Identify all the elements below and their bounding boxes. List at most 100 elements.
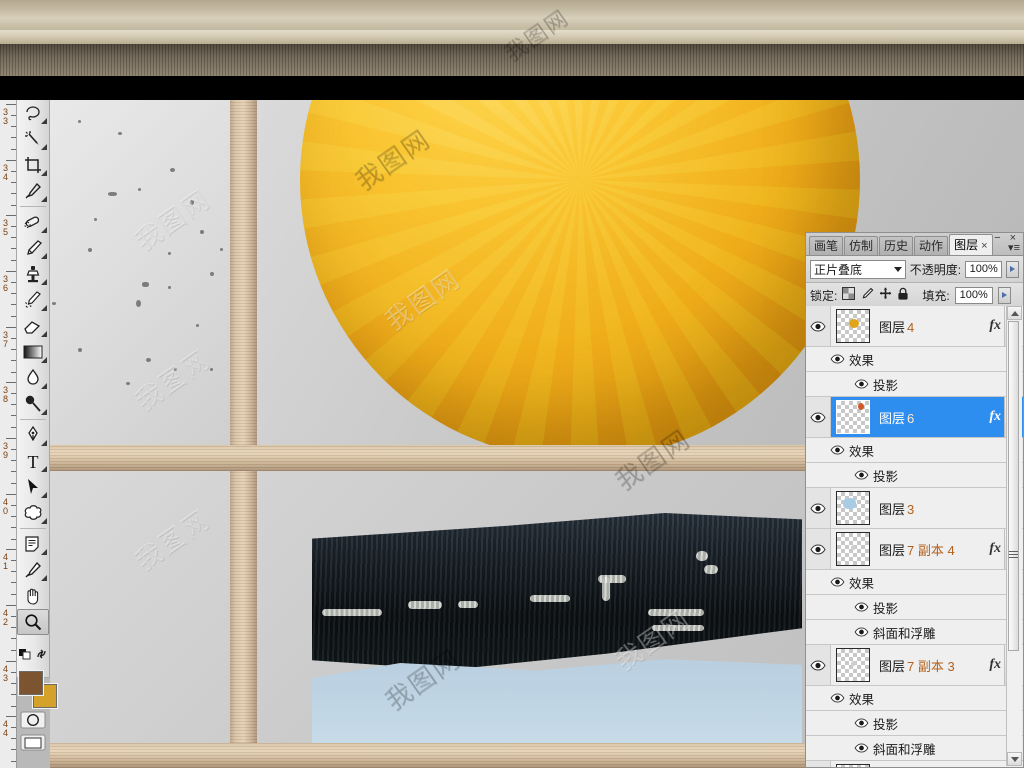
layer-fx-icon[interactable]: fx xyxy=(989,318,1001,334)
layer-effects-group[interactable]: 效果 xyxy=(806,570,1023,595)
layer-effect-item[interactable]: 投影 xyxy=(806,372,1023,397)
layer-effect-item[interactable]: 投影 xyxy=(806,595,1023,620)
effect-visibility-toggle[interactable] xyxy=(854,743,869,753)
tab-clone-source[interactable]: 仿制 xyxy=(844,236,879,255)
lasso-tool[interactable] xyxy=(17,100,49,126)
effect-label-drop-shadow: 投影 xyxy=(873,469,899,484)
tools-palette[interactable]: T xyxy=(16,100,57,751)
layer-thumbnail[interactable] xyxy=(836,764,870,767)
layer-visibility-toggle[interactable] xyxy=(806,488,831,528)
layers-list[interactable]: 图层 4 fx 效果 投影 图层 6 fx 效果 投影 图层 3 图层 7 副本… xyxy=(806,306,1023,767)
ruler-tick-major xyxy=(6,716,16,717)
table-row[interactable]: 图层 7 副本 4 fx xyxy=(806,529,1023,570)
table-row[interactable]: 图层 3 xyxy=(806,488,1023,529)
layer-visibility-toggle[interactable] xyxy=(806,397,831,437)
lock-image-pixels-icon[interactable] xyxy=(860,287,874,304)
custom-shape-tool[interactable] xyxy=(17,500,49,526)
blend-mode-row[interactable]: 正片叠底 不透明度: 100% xyxy=(806,256,1023,283)
scrollbar-thumb[interactable] xyxy=(1008,321,1019,651)
lock-row[interactable]: 锁定: 填充: 100% xyxy=(806,283,1023,308)
fill-slider-button[interactable] xyxy=(997,286,1011,304)
fill-input[interactable]: 100% xyxy=(954,286,993,304)
effects-visibility-toggle[interactable] xyxy=(830,445,845,455)
layers-scrollbar[interactable] xyxy=(1006,306,1022,766)
layer-visibility-toggle[interactable] xyxy=(806,645,831,685)
layer-thumbnail[interactable] xyxy=(836,648,870,682)
history-brush-tool[interactable] xyxy=(17,287,49,313)
lock-label: 锁定: xyxy=(810,288,838,303)
ruler-tick-major xyxy=(6,104,16,105)
tab-layers[interactable]: 图层 × xyxy=(949,234,993,255)
effect-visibility-toggle[interactable] xyxy=(854,602,869,612)
layer-effect-item[interactable]: 斜面和浮雕 xyxy=(806,736,1023,761)
path-selection-tool[interactable] xyxy=(17,474,49,500)
effect-visibility-toggle[interactable] xyxy=(854,718,869,728)
svg-text:T: T xyxy=(28,452,39,471)
layer-effects-group[interactable]: 效果 xyxy=(806,438,1023,463)
opacity-slider-button[interactable] xyxy=(1006,260,1019,278)
gradient-tool[interactable] xyxy=(17,339,49,365)
layer-thumbnail[interactable] xyxy=(836,491,870,525)
layer-visibility-toggle[interactable] xyxy=(806,529,831,569)
blend-mode-select[interactable]: 正片叠底 xyxy=(810,259,906,279)
scroll-down-arrow[interactable] xyxy=(1007,752,1022,766)
healing-brush-tool[interactable] xyxy=(17,209,49,235)
layer-fx-icon[interactable]: fx xyxy=(989,657,1001,673)
effect-visibility-toggle[interactable] xyxy=(854,470,869,480)
panel-menu-icon[interactable]: ▾≡ xyxy=(1008,243,1020,254)
type-tool[interactable]: T xyxy=(17,448,49,474)
close-icon[interactable]: × xyxy=(981,240,987,252)
effects-visibility-toggle[interactable] xyxy=(830,693,845,703)
magic-wand-tool[interactable] xyxy=(17,126,49,152)
layer-visibility-toggle[interactable] xyxy=(806,306,831,346)
zoom-tool[interactable] xyxy=(17,609,49,635)
layer-fx-icon[interactable]: fx xyxy=(989,409,1001,425)
ruler-tick-major xyxy=(6,271,16,272)
lock-position-icon[interactable] xyxy=(879,287,892,303)
table-row[interactable]: 图层 6 fx xyxy=(806,397,1023,438)
layer-effect-item[interactable]: 投影 xyxy=(806,711,1023,736)
quick-mask-mode-button[interactable] xyxy=(17,709,49,731)
layer-effect-item[interactable]: 投影 xyxy=(806,463,1023,488)
pen-tool[interactable] xyxy=(17,422,49,448)
layer-visibility-toggle[interactable] xyxy=(806,761,831,767)
opacity-input[interactable]: 100% xyxy=(965,260,1003,278)
layer-effects-group[interactable]: 效果 xyxy=(806,686,1023,711)
brush-tool[interactable] xyxy=(17,235,49,261)
hand-tool[interactable] xyxy=(17,583,49,609)
panel-tab-bar[interactable]: 画笔 仿制 历史 动作 图层 × − × ▾≡ xyxy=(806,232,1023,256)
effects-visibility-toggle[interactable] xyxy=(830,354,845,364)
color-sampler-tool[interactable] xyxy=(17,557,49,583)
lock-transparent-pixels-icon[interactable] xyxy=(842,287,856,303)
effects-visibility-toggle[interactable] xyxy=(830,577,845,587)
color-swatches[interactable] xyxy=(17,669,57,709)
effect-visibility-toggle[interactable] xyxy=(854,379,869,389)
foreground-color-swatch[interactable] xyxy=(19,671,43,695)
layer-effect-item[interactable]: 斜面和浮雕 xyxy=(806,620,1023,645)
crop-tool[interactable] xyxy=(17,152,49,178)
screen-mode-button[interactable] xyxy=(17,731,49,755)
layer-effects-group[interactable]: 效果 xyxy=(806,347,1023,372)
eyedropper-tool[interactable] xyxy=(17,178,49,204)
lock-all-icon[interactable] xyxy=(897,287,909,304)
layer-fx-icon[interactable]: fx xyxy=(989,541,1001,557)
tab-history[interactable]: 历史 xyxy=(879,236,914,255)
eraser-tool[interactable] xyxy=(17,313,49,339)
table-row[interactable]: 图层 7 副本 3 fx xyxy=(806,645,1023,686)
layer-thumbnail[interactable] xyxy=(836,532,870,566)
layer-thumbnail[interactable] xyxy=(836,400,870,434)
clone-stamp-tool[interactable] xyxy=(17,261,49,287)
ruler-number: 40 xyxy=(2,497,8,516)
layers-panel[interactable]: 画笔 仿制 历史 动作 图层 × − × ▾≡ 正片叠底 不透明度: 100% 锁… xyxy=(805,232,1024,768)
table-row[interactable]: 图层5 xyxy=(806,761,1023,767)
table-row[interactable]: 图层 4 fx xyxy=(806,306,1023,347)
blur-tool[interactable] xyxy=(17,365,49,391)
tab-brushes[interactable]: 画笔 xyxy=(809,236,844,255)
notes-tool[interactable] xyxy=(17,531,49,557)
scroll-up-arrow[interactable] xyxy=(1007,306,1022,320)
layer-thumbnail[interactable] xyxy=(836,309,870,343)
effect-visibility-toggle[interactable] xyxy=(854,627,869,637)
dodge-tool[interactable] xyxy=(17,391,49,417)
default-colors-and-swap[interactable] xyxy=(17,641,49,667)
tab-actions[interactable]: 动作 xyxy=(914,236,949,255)
